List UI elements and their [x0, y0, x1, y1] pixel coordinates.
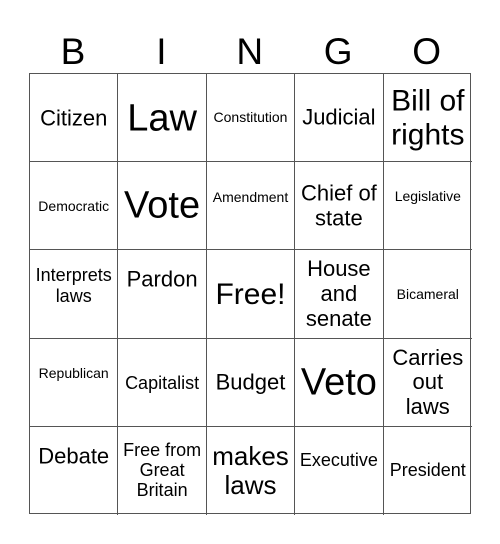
- bingo-cell-text: Vote: [124, 184, 201, 227]
- bingo-cell[interactable]: House and senate: [295, 250, 384, 339]
- bingo-cell[interactable]: Democratic: [30, 162, 119, 251]
- bingo-cell[interactable]: Interprets laws: [30, 250, 119, 339]
- header-letter-o: O: [412, 31, 441, 72]
- bingo-cell[interactable]: Budget: [206, 338, 296, 427]
- bingo-cell-text: Citizen: [40, 105, 108, 131]
- bingo-cell-text: Capitalist: [125, 372, 200, 393]
- bingo-cell-text: Pardon: [126, 267, 198, 293]
- bingo-cell[interactable]: Vote: [118, 162, 207, 251]
- bingo-cell[interactable]: Amendment: [206, 162, 296, 251]
- bingo-cell[interactable]: Bill of rights: [383, 74, 472, 163]
- bingo-cell[interactable]: Free from Great Britain: [118, 426, 207, 515]
- bingo-cell[interactable]: Veto: [295, 338, 384, 427]
- bingo-cell-text: Executive: [299, 449, 378, 470]
- bingo-cell-text: Chief of state: [300, 180, 377, 231]
- bingo-cell-text: Amendment: [212, 189, 289, 206]
- bingo-cell-text: Budget: [215, 369, 286, 395]
- header-letter-g: G: [323, 31, 353, 72]
- bingo-cell-text: Interprets laws: [35, 265, 112, 306]
- bingo-cell[interactable]: Chief of state: [295, 162, 384, 251]
- bingo-cell[interactable]: President: [384, 427, 472, 515]
- bingo-cell[interactable]: makes laws: [207, 426, 296, 515]
- bingo-cell[interactable]: Law: [118, 74, 207, 163]
- bingo-cell-text: Debate: [38, 443, 110, 469]
- header-letter-n: N: [236, 31, 264, 72]
- bingo-cell[interactable]: Carries out laws: [383, 339, 472, 427]
- header-letter-i: I: [156, 31, 167, 72]
- bingo-cell[interactable]: Legislative: [383, 162, 472, 251]
- bingo-cell-text: Judicial: [302, 104, 376, 130]
- bingo-grid: Citizen Law Constitution Judicial Bill of ri…: [29, 73, 472, 515]
- bingo-cell-text: Bill of rights: [391, 84, 465, 151]
- bingo-cell-text: Free from Great Britain: [123, 439, 202, 500]
- bingo-cell-text: House and senate: [305, 256, 372, 331]
- bingo-cell[interactable]: Judicial: [295, 74, 384, 163]
- bingo-cell-text: Free!: [215, 278, 286, 312]
- bingo-cell-text: Legislative: [394, 188, 461, 205]
- bingo-cell[interactable]: Citizen: [30, 74, 119, 163]
- bingo-cell-text: Law: [127, 97, 197, 140]
- bingo-cell[interactable]: Republican: [30, 338, 119, 427]
- bingo-cell[interactable]: Constitution: [206, 74, 296, 163]
- bingo-cell-text: Constitution: [213, 109, 288, 126]
- bingo-cell-text: Democratic: [38, 198, 110, 215]
- bingo-cell-text: Carries out laws: [392, 344, 464, 419]
- bingo-cell[interactable]: Bicameral: [383, 250, 472, 339]
- bingo-cell[interactable]: Free!: [206, 250, 296, 339]
- bingo-cell[interactable]: Capitalist: [118, 338, 207, 427]
- header-letter-b: B: [60, 31, 86, 72]
- bingo-cell-text: Republican: [38, 364, 109, 381]
- bingo-cell-text: Veto: [300, 361, 377, 404]
- bingo-cell[interactable]: Executive: [295, 426, 384, 515]
- bingo-cell[interactable]: Pardon: [118, 250, 207, 339]
- bingo-cell-text: makes laws: [212, 440, 289, 500]
- bingo-cell-text: President: [389, 459, 466, 480]
- bingo-cell-text: Bicameral: [396, 286, 459, 303]
- bingo-cell[interactable]: Debate: [30, 426, 119, 515]
